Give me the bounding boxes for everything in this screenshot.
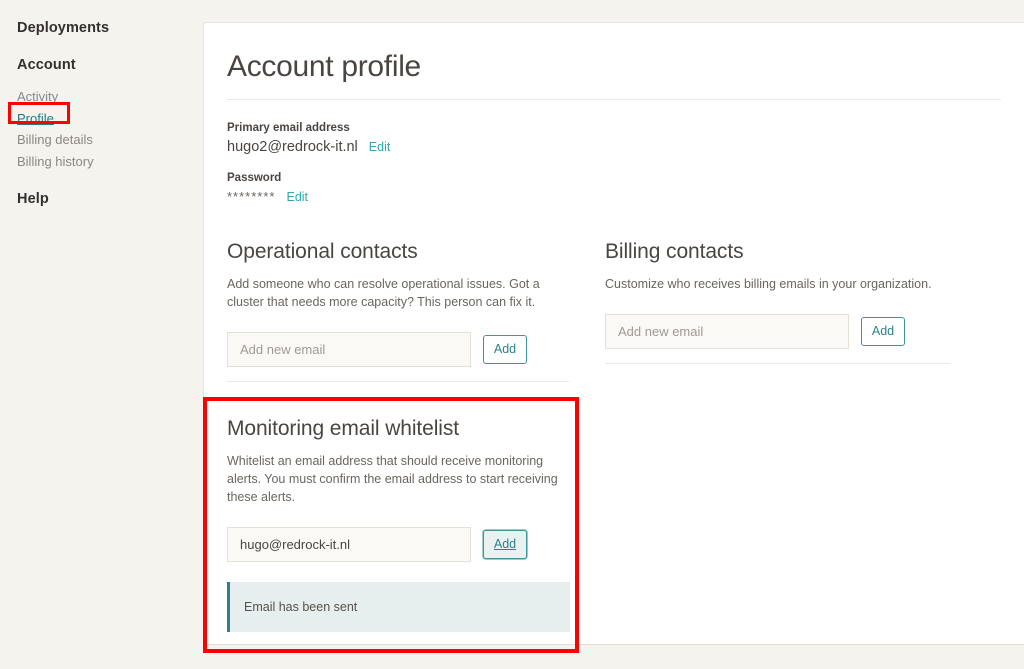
sidebar-item-activity[interactable]: Activity — [0, 86, 203, 108]
monitoring-whitelist-email-input[interactable] — [227, 527, 471, 562]
billing-contacts-add-button[interactable]: Add — [861, 317, 905, 346]
primary-email-value: hugo2@redrock-it.nl — [227, 139, 358, 155]
monitoring-whitelist-add-button[interactable]: Add — [483, 530, 527, 559]
password-label: Password — [227, 172, 282, 184]
operational-contacts-title: Operational contacts — [227, 240, 418, 263]
monitoring-whitelist-description: Whitelist an email address that should r… — [227, 454, 558, 504]
monitoring-whitelist-section: Monitoring email whitelist Whitelist an … — [227, 417, 577, 632]
email-sent-alert-text: Email has been sent — [244, 600, 358, 614]
sidebar-group-help[interactable]: Help — [0, 191, 203, 207]
page-title: Account profile — [227, 50, 421, 83]
sidebar-item-profile[interactable]: Profile — [0, 108, 203, 130]
primary-email-field: Primary email address hugo2@redrock-it.n… — [204, 100, 1024, 155]
sidebar-group-deployments[interactable]: Deployments — [0, 20, 203, 36]
operational-contacts-section: Operational contacts Add someone who can… — [204, 240, 582, 382]
operational-contacts-add-row: Add — [227, 311, 582, 367]
primary-email-label: Primary email address — [227, 122, 350, 134]
monitoring-whitelist-add-row: Add — [227, 506, 577, 562]
sidebar-group-account[interactable]: Account — [0, 57, 203, 73]
sidebar: Deployments Account Activity Profile Bil… — [0, 0, 203, 669]
account-profile-panel: Account profile Primary email address hu… — [203, 22, 1024, 645]
edit-password-link[interactable]: Edit — [286, 190, 308, 204]
billing-contacts-description: Customize who receives billing emails in… — [605, 277, 932, 291]
billing-contacts-email-input[interactable] — [605, 314, 849, 349]
monitoring-whitelist-title: Monitoring email whitelist — [227, 417, 459, 440]
password-masked-value: ******** — [227, 189, 276, 204]
sidebar-item-billing-details[interactable]: Billing details — [0, 129, 203, 151]
sidebar-item-billing-history[interactable]: Billing history — [0, 151, 203, 173]
password-field: Password ******** Edit — [204, 155, 1024, 204]
billing-contacts-section: Billing contacts Customize who receives … — [582, 240, 962, 382]
billing-contacts-divider — [605, 363, 950, 364]
operational-contacts-description: Add someone who can resolve operational … — [227, 277, 540, 309]
operational-contacts-divider — [227, 381, 569, 382]
operational-contacts-email-input[interactable] — [227, 332, 471, 367]
billing-contacts-add-row: Add — [605, 293, 962, 349]
billing-contacts-title: Billing contacts — [605, 240, 744, 263]
contacts-columns: Operational contacts Add someone who can… — [204, 204, 1024, 382]
email-sent-alert: Email has been sent — [227, 582, 570, 632]
operational-contacts-add-button[interactable]: Add — [483, 335, 527, 364]
edit-primary-email-link[interactable]: Edit — [369, 140, 391, 154]
